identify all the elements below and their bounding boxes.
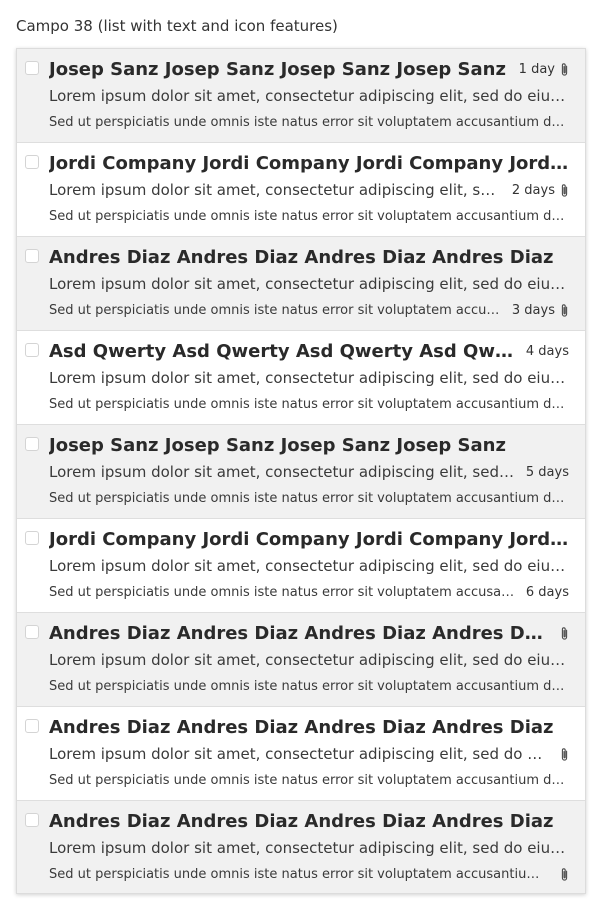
item-text-primary: Lorem ipsum dolor sit amet, consectetur … [49, 651, 569, 669]
item-line: Lorem ipsum dolor sit amet, consectetur … [49, 180, 569, 200]
item-line: Andres Diaz Andres Diaz Andres Diaz Andr… [49, 809, 569, 833]
paperclip-icon [560, 625, 569, 641]
checkbox-icon[interactable] [25, 625, 39, 639]
item-line: Lorem ipsum dolor sit amet, consectetur … [49, 368, 569, 388]
list-item[interactable]: Josep Sanz Josep Sanz Josep Sanz Josep S… [17, 49, 585, 143]
list-item[interactable]: Andres Diaz Andres Diaz Andres Diaz Andr… [17, 707, 585, 801]
item-name: Andres Diaz Andres Diaz Andres Diaz Andr… [49, 622, 547, 644]
paperclip-icon [560, 182, 569, 198]
item-text-secondary: Sed ut perspiciatis unde omnis iste natu… [49, 114, 569, 130]
item-line: Lorem ipsum dolor sit amet, consectetur … [49, 274, 569, 294]
item-name: Asd Qwerty Asd Qwerty Asd Qwerty Asd Qwe… [49, 340, 518, 362]
item-name: Jordi Company Jordi Company Jordi Compan… [49, 152, 569, 174]
item-line: Sed ut perspiciatis unde omnis iste natu… [49, 865, 569, 883]
item-text-primary: Lorem ipsum dolor sit amet, consectetur … [49, 275, 569, 293]
item-line: Sed ut perspiciatis unde omnis iste natu… [49, 583, 569, 601]
item-line: Lorem ipsum dolor sit amet, consectetur … [49, 650, 569, 670]
item-name: Andres Diaz Andres Diaz Andres Diaz Andr… [49, 716, 554, 738]
item-date: 2 days [511, 182, 555, 198]
item-line: Sed ut perspiciatis unde omnis iste natu… [49, 395, 569, 413]
item-meta: 5 days [526, 465, 569, 480]
item-date: 6 days [525, 584, 569, 600]
list-item[interactable]: Josep Sanz Josep Sanz Josep Sanz Josep S… [17, 425, 585, 519]
item-name: Jordi Company Jordi Company Jordi Compan… [49, 528, 569, 550]
item-line: Lorem ipsum dolor sit amet, consectetur … [49, 86, 569, 106]
item-line: Lorem ipsum dolor sit amet, consectetur … [49, 462, 569, 482]
list-item[interactable]: Jordi Company Jordi Company Jordi Compan… [17, 143, 585, 237]
item-line: Lorem ipsum dolor sit amet, consectetur … [49, 838, 569, 858]
item-date: 4 days [525, 343, 569, 359]
list-item[interactable]: Asd Qwerty Asd Qwerty Asd Qwerty Asd Qwe… [17, 331, 585, 425]
item-text-primary: Lorem ipsum dolor sit amet, consectetur … [49, 745, 547, 763]
item-text-primary: Lorem ipsum dolor sit amet, consectetur … [49, 369, 569, 387]
item-date: 1 day [518, 61, 555, 77]
item-text-secondary: Sed ut perspiciatis unde omnis iste natu… [49, 866, 547, 882]
item-text-primary: Lorem ipsum dolor sit amet, consectetur … [49, 463, 518, 481]
item-meta: 4 days [526, 344, 569, 359]
field-label: Campo 38 (list with text and icon featur… [16, 17, 338, 35]
item-line: Josep Sanz Josep Sanz Josep Sanz Josep S… [49, 433, 569, 457]
list-item[interactable]: Andres Diaz Andres Diaz Andres Diaz Andr… [17, 613, 585, 707]
paperclip-icon [560, 61, 569, 77]
item-line: Sed ut perspiciatis unde omnis iste natu… [49, 301, 569, 319]
item-line: Lorem ipsum dolor sit amet, consectetur … [49, 744, 569, 764]
item-date: 3 days [511, 302, 555, 318]
item-meta: 6 days [526, 585, 569, 600]
item-line: Sed ut perspiciatis unde omnis iste natu… [49, 489, 569, 507]
item-name: Andres Diaz Andres Diaz Andres Diaz Andr… [49, 810, 554, 832]
item-line: Sed ut perspiciatis unde omnis iste natu… [49, 207, 569, 225]
item-name: Josep Sanz Josep Sanz Josep Sanz Josep S… [49, 58, 506, 80]
list-item[interactable]: Andres Diaz Andres Diaz Andres Diaz Andr… [17, 801, 585, 893]
item-text-secondary: Sed ut perspiciatis unde omnis iste natu… [49, 396, 569, 412]
item-text-primary: Lorem ipsum dolor sit amet, consectetur … [49, 839, 569, 857]
item-name: Josep Sanz Josep Sanz Josep Sanz Josep S… [49, 434, 506, 456]
item-line: Sed ut perspiciatis unde omnis iste natu… [49, 113, 569, 131]
item-text-primary: Lorem ipsum dolor sit amet, consectetur … [49, 557, 569, 575]
item-line: Sed ut perspiciatis unde omnis iste natu… [49, 771, 569, 789]
item-text-primary: Lorem ipsum dolor sit amet, consectetur … [49, 87, 569, 105]
item-line: Jordi Company Jordi Company Jordi Compan… [49, 527, 569, 551]
item-text-secondary: Sed ut perspiciatis unde omnis iste natu… [49, 678, 569, 694]
checkbox-icon[interactable] [25, 155, 39, 169]
item-text-secondary: Sed ut perspiciatis unde omnis iste natu… [49, 490, 569, 506]
item-meta: 3 days [512, 302, 569, 318]
paperclip-icon [560, 866, 569, 882]
item-meta [555, 866, 569, 882]
item-meta: 2 days [512, 182, 569, 198]
checkbox-icon[interactable] [25, 813, 39, 827]
item-date: 5 days [525, 464, 569, 480]
item-line: Lorem ipsum dolor sit amet, consectetur … [49, 556, 569, 576]
item-meta: 1 day [519, 61, 569, 77]
item-line: Andres Diaz Andres Diaz Andres Diaz Andr… [49, 715, 569, 739]
item-line: Andres Diaz Andres Diaz Andres Diaz Andr… [49, 621, 569, 645]
item-line: Jordi Company Jordi Company Jordi Compan… [49, 151, 569, 175]
paperclip-icon [560, 302, 569, 318]
item-name: Andres Diaz Andres Diaz Andres Diaz Andr… [49, 246, 554, 268]
item-text-primary: Lorem ipsum dolor sit amet, consectetur … [49, 181, 504, 199]
checkbox-icon[interactable] [25, 249, 39, 263]
item-meta [555, 746, 569, 762]
checkbox-icon[interactable] [25, 61, 39, 75]
checkbox-icon[interactable] [25, 437, 39, 451]
list-item[interactable]: Andres Diaz Andres Diaz Andres Diaz Andr… [17, 237, 585, 331]
item-meta [555, 625, 569, 641]
item-line: Sed ut perspiciatis unde omnis iste natu… [49, 677, 569, 695]
checkbox-icon[interactable] [25, 719, 39, 733]
list-item[interactable]: Jordi Company Jordi Company Jordi Compan… [17, 519, 585, 613]
item-text-secondary: Sed ut perspiciatis unde omnis iste natu… [49, 772, 569, 788]
item-line: Andres Diaz Andres Diaz Andres Diaz Andr… [49, 245, 569, 269]
item-text-secondary: Sed ut perspiciatis unde omnis iste natu… [49, 302, 504, 318]
checkbox-icon[interactable] [25, 343, 39, 357]
item-line: Asd Qwerty Asd Qwerty Asd Qwerty Asd Qwe… [49, 339, 569, 363]
item-text-secondary: Sed ut perspiciatis unde omnis iste natu… [49, 208, 569, 224]
paperclip-icon [560, 746, 569, 762]
checkbox-icon[interactable] [25, 531, 39, 545]
item-text-secondary: Sed ut perspiciatis unde omnis iste natu… [49, 584, 518, 600]
item-list: Josep Sanz Josep Sanz Josep Sanz Josep S… [16, 48, 586, 894]
item-line: Josep Sanz Josep Sanz Josep Sanz Josep S… [49, 57, 569, 81]
